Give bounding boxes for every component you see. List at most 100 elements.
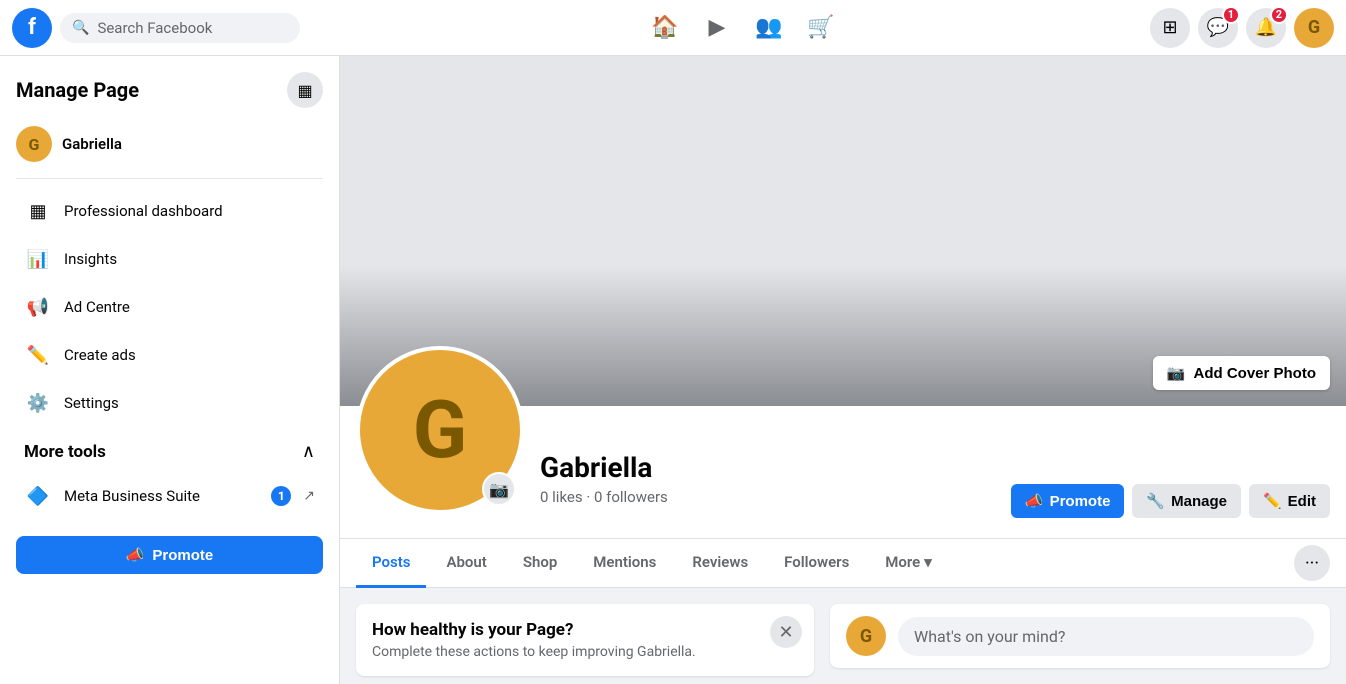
sidebar-item-label: Ad Centre xyxy=(64,298,130,316)
manage-page-button[interactable]: 🔧 Manage xyxy=(1132,484,1241,518)
sidebar-user-name: Gabriella xyxy=(62,135,122,153)
user-initial: G xyxy=(1308,17,1320,38)
tab-shop[interactable]: Shop xyxy=(507,539,573,588)
sidebar-item-ad-centre[interactable]: 📢 Ad Centre xyxy=(8,283,331,331)
search-input-label: Search Facebook xyxy=(97,19,212,37)
page-tabs: Posts About Shop Mentions Reviews Follow… xyxy=(340,539,1346,588)
collapse-icon[interactable]: ∧ xyxy=(302,441,315,462)
notifications-badge: 2 xyxy=(1270,6,1288,24)
promote-page-button[interactable]: 📣 Promote xyxy=(1011,484,1125,518)
sidebar-item-label: Settings xyxy=(64,394,119,412)
messenger-button[interactable]: 💬 1 xyxy=(1198,8,1238,48)
tab-about[interactable]: About xyxy=(430,539,502,588)
sidebar-item-settings[interactable]: ⚙️ Settings xyxy=(8,379,331,427)
manage-label: Manage xyxy=(1171,493,1227,510)
post-placeholder: What's on your mind? xyxy=(914,627,1065,646)
pencil-icon: ✏️ xyxy=(1263,492,1282,510)
sidebar-item-meta-business-suite[interactable]: 🔷 Meta Business Suite 1 ↗ xyxy=(8,472,331,520)
video-icon: ▶ xyxy=(709,15,726,40)
search-bar[interactable]: 🔍 Search Facebook xyxy=(60,13,300,43)
sidebar-header: Manage Page ▦ xyxy=(0,68,339,120)
megaphone-icon: 📣 xyxy=(1025,492,1044,510)
ellipsis-icon: ··· xyxy=(1305,553,1319,574)
video-nav-button[interactable]: ▶ xyxy=(693,4,741,52)
promote-label: Promote xyxy=(1050,493,1111,510)
sidebar-sub-label: Meta Business Suite xyxy=(64,487,259,505)
grid-menu-button[interactable]: ⊞ xyxy=(1150,8,1190,48)
professional-dashboard-icon: ▦ xyxy=(24,197,52,225)
health-card-close-button[interactable]: ✕ xyxy=(770,616,802,648)
create-ads-icon: ✏️ xyxy=(24,341,52,369)
sidebar-user-avatar: G xyxy=(16,126,52,162)
sidebar-user-item[interactable]: G Gabriella xyxy=(0,120,339,174)
nav-left: f 🔍 Search Facebook xyxy=(12,8,352,48)
page-health-card: How healthy is your Page? Complete these… xyxy=(356,604,814,676)
layout-icon: ▦ xyxy=(297,81,312,100)
post-input-field[interactable]: What's on your mind? xyxy=(898,617,1314,656)
user-avatar-button[interactable]: G xyxy=(1294,8,1334,48)
promote-button-label: Promote xyxy=(152,547,213,564)
profile-details: Gabriella 0 likes · 0 followers xyxy=(540,451,668,514)
profile-name: Gabriella xyxy=(540,451,668,484)
settings-icon: ⚙️ xyxy=(24,389,52,417)
sidebar-item-label: Insights xyxy=(64,250,117,268)
ad-centre-icon: 📢 xyxy=(24,293,52,321)
promote-megaphone-icon: 📣 xyxy=(126,546,145,564)
tab-followers[interactable]: Followers xyxy=(768,539,865,588)
meta-business-suite-badge: 1 xyxy=(271,486,291,506)
right-column: G What's on your mind? xyxy=(830,604,1330,676)
home-icon: 🏠 xyxy=(651,15,678,40)
marketplace-nav-button[interactable]: 🛒 xyxy=(797,4,845,52)
more-tools-title: More tools xyxy=(24,442,106,462)
people-nav-button[interactable]: 👥 xyxy=(745,4,793,52)
insights-icon: 📊 xyxy=(24,245,52,273)
sidebar-settings-icon-button[interactable]: ▦ xyxy=(287,72,323,108)
messenger-badge: 1 xyxy=(1222,6,1240,24)
post-user-avatar: G xyxy=(846,616,886,656)
tab-more[interactable]: More ▾ xyxy=(869,539,947,588)
more-tools-section-header: More tools ∧ xyxy=(8,431,331,472)
top-navigation: f 🔍 Search Facebook 🏠 ▶ 👥 🛒 ⊞ 💬 1 🔔 xyxy=(0,0,1346,56)
main-content: 📷 Add Cover Photo G 📷 Gabr xyxy=(340,56,1346,684)
sidebar-divider xyxy=(16,178,323,179)
edit-page-button[interactable]: ✏️ Edit xyxy=(1249,484,1330,518)
sidebar-item-create-ads[interactable]: ✏️ Create ads xyxy=(8,331,331,379)
profile-avatar-wrap: G 📷 xyxy=(356,346,524,514)
sidebar-item-insights[interactable]: 📊 Insights xyxy=(8,235,331,283)
sidebar-item-label: Professional dashboard xyxy=(64,202,223,220)
add-cover-photo-button[interactable]: 📷 Add Cover Photo xyxy=(1153,356,1330,390)
tab-posts[interactable]: Posts xyxy=(356,539,426,588)
more-chevron-icon: ▾ xyxy=(924,553,932,571)
home-nav-button[interactable]: 🏠 xyxy=(641,4,689,52)
meta-business-suite-icon: 🔷 xyxy=(24,482,52,510)
camera-icon: 📷 xyxy=(1167,364,1186,382)
sidebar: Manage Page ▦ G Gabriella ▦ Professional… xyxy=(0,56,340,684)
nav-center: 🏠 ▶ 👥 🛒 xyxy=(352,4,1134,52)
facebook-logo[interactable]: f xyxy=(12,8,52,48)
profile-actions: 📣 Promote 🔧 Manage ✏️ Edit xyxy=(1011,484,1330,526)
tab-mentions[interactable]: Mentions xyxy=(577,539,672,588)
sidebar-title: Manage Page xyxy=(16,78,139,102)
marketplace-icon: 🛒 xyxy=(807,15,834,40)
create-post-box: G What's on your mind? xyxy=(830,604,1330,668)
profile-section: G 📷 Gabriella 0 likes · 0 followers 📣 xyxy=(340,406,1346,539)
notifications-button[interactable]: 🔔 2 xyxy=(1246,8,1286,48)
edit-label: Edit xyxy=(1288,493,1316,510)
sidebar-item-label: Create ads xyxy=(64,346,136,364)
search-icon: 🔍 xyxy=(72,20,89,36)
tabs-ellipsis-button[interactable]: ··· xyxy=(1294,545,1330,581)
grid-icon: ⊞ xyxy=(1162,17,1177,38)
sidebar-item-professional-dashboard[interactable]: ▦ Professional dashboard xyxy=(8,187,331,235)
health-card-title: How healthy is your Page? xyxy=(372,620,798,640)
nav-right: ⊞ 💬 1 🔔 2 G xyxy=(1134,8,1334,48)
profile-stats: 0 likes · 0 followers xyxy=(540,488,668,506)
tab-reviews[interactable]: Reviews xyxy=(676,539,764,588)
external-link-icon[interactable]: ↗ xyxy=(303,488,315,504)
change-profile-photo-button[interactable]: 📷 xyxy=(482,472,516,506)
content-area: How healthy is your Page? Complete these… xyxy=(340,588,1346,684)
health-card-description: Complete these actions to keep improving… xyxy=(372,644,798,660)
add-cover-photo-label: Add Cover Photo xyxy=(1194,365,1317,382)
main-layout: Manage Page ▦ G Gabriella ▦ Professional… xyxy=(0,56,1346,684)
sidebar-promote-button[interactable]: 📣 Promote xyxy=(16,536,323,574)
manage-icon: 🔧 xyxy=(1146,492,1165,510)
